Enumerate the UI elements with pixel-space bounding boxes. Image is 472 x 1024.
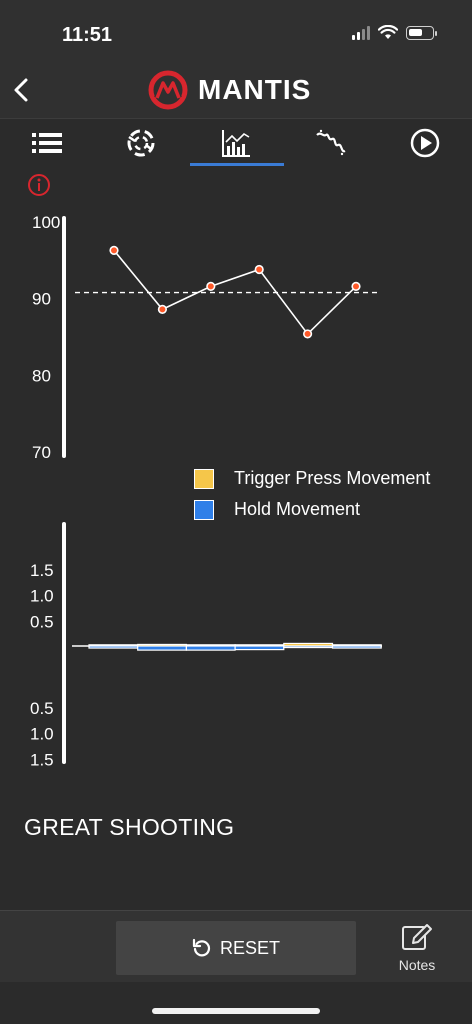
notes-label: Notes: [398, 957, 436, 973]
tab-bar: [0, 118, 472, 166]
line-chart-y-tick-label: 90: [32, 290, 51, 309]
home-area: [0, 982, 472, 1024]
cellular-signal-icon: [352, 25, 370, 40]
reset-label: RESET: [219, 937, 280, 958]
tab-play[interactable]: [403, 125, 447, 161]
score-point: [206, 281, 216, 291]
hold-movement-bar: [88, 645, 139, 649]
notes-button[interactable]: Notes: [392, 923, 442, 977]
battery-icon: [406, 25, 437, 40]
legend-item-trigger: Trigger Press Movement: [194, 463, 430, 494]
bar-chart-y-tick-label: 1.0: [30, 725, 54, 744]
score-point: [351, 281, 361, 291]
legend-label-trigger: Trigger Press Movement: [234, 468, 431, 488]
home-indicator: [152, 1008, 320, 1014]
trace-icon: [316, 129, 346, 156]
line-chart-y-tick-label: 80: [32, 366, 51, 385]
legend-swatch-trigger: [194, 468, 214, 489]
brand-logo: MANTIS: [148, 70, 311, 110]
bottom-bar: RESET Notes: [0, 910, 472, 982]
hold-movement-bar: [283, 645, 334, 649]
notes-edit-icon: [402, 924, 432, 950]
line-chart-y-tick-label: 70: [32, 443, 51, 462]
line-chart-y-tick-label: 100: [32, 213, 60, 232]
bar-chart-y-tick-label: 1.5: [30, 561, 54, 580]
tab-trace[interactable]: [309, 125, 353, 161]
score-point: [157, 304, 167, 314]
active-tab-indicator: [190, 163, 284, 166]
info-button[interactable]: [27, 173, 51, 202]
reset-icon: [192, 938, 211, 957]
status-bar: 11:51: [0, 0, 472, 62]
bar-chart-y-tick-label: 0.5: [30, 612, 54, 631]
back-button[interactable]: [8, 74, 38, 106]
hold-movement-bar: [185, 645, 236, 651]
reset-button[interactable]: RESET: [116, 921, 356, 975]
bar-chart-y-tick-label: 1.5: [30, 750, 54, 769]
hold-movement-bar: [331, 645, 382, 649]
app-header: MANTIS: [0, 62, 472, 118]
result-message: GREAT SHOOTING: [24, 814, 235, 840]
score-point: [254, 264, 264, 275]
tab-list[interactable]: [25, 125, 69, 161]
brand-name: MANTIS: [198, 74, 312, 105]
score-point: [109, 245, 119, 255]
play-icon: [410, 128, 440, 158]
legend-item-hold: Hold Movement: [194, 494, 430, 525]
chevron-left-icon: [14, 78, 28, 102]
bar-chart-y-tick-label: 1.0: [30, 587, 54, 606]
status-icons: [352, 25, 437, 40]
hold-movement-bar: [234, 645, 285, 651]
legend: Trigger Press Movement Hold Movement: [194, 463, 430, 525]
info-icon: [28, 174, 50, 196]
chart-icon: [222, 130, 250, 157]
target-icon: [127, 129, 155, 157]
legend-label-hold: Hold Movement: [234, 499, 361, 519]
tab-target[interactable]: [119, 125, 163, 161]
legend-swatch-hold: [194, 499, 214, 520]
mantis-logo-icon: [148, 70, 188, 110]
bar-chart-y-tick-label: 0.5: [30, 699, 54, 718]
tab-chart[interactable]: [214, 125, 258, 161]
hold-movement-bar: [137, 645, 187, 651]
status-time: 11:51: [62, 24, 113, 46]
wifi-icon: [378, 25, 398, 39]
list-icon: [32, 133, 62, 153]
score-point: [303, 329, 313, 339]
